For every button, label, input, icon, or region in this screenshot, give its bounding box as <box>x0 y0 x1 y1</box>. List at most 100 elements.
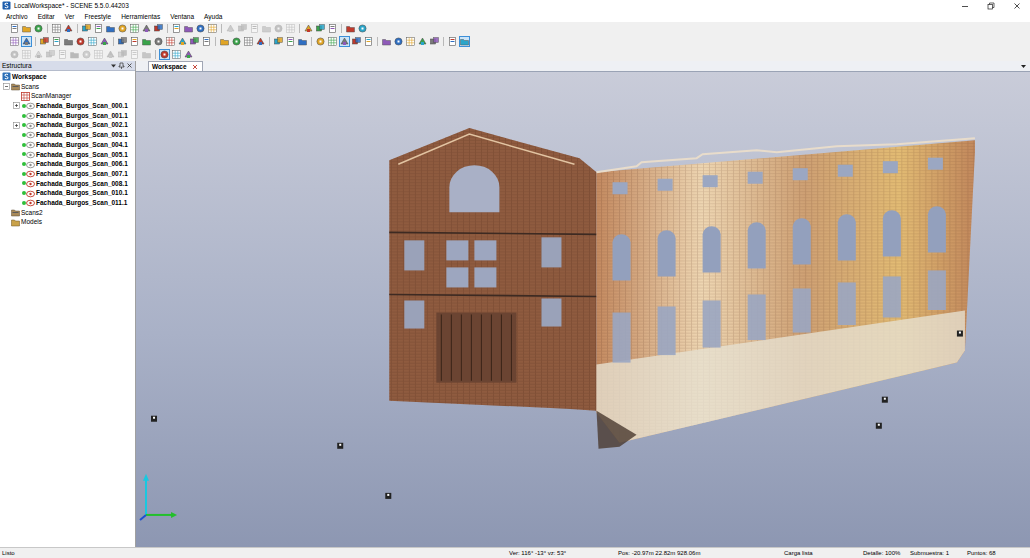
toolbar-button[interactable] <box>207 23 218 34</box>
toolbar-button[interactable] <box>351 36 362 47</box>
menu-item[interactable]: Ver <box>60 11 80 22</box>
toolbar-button[interactable] <box>297 36 308 47</box>
tab-list-icon[interactable] <box>1019 62 1027 70</box>
toolbar-button[interactable] <box>165 36 176 47</box>
toolbar-button[interactable] <box>417 36 428 47</box>
toolbar-button[interactable] <box>141 23 152 34</box>
toolbar-button[interactable] <box>159 49 170 60</box>
tree-label[interactable]: Fachada_Burgos_Scan_008.1 <box>35 179 128 189</box>
tree-item[interactable]: Fachada_Burgos_Scan_004.1 <box>0 140 135 150</box>
toolbar-button[interactable] <box>39 36 50 47</box>
toolbar-button[interactable] <box>63 23 74 34</box>
toolbar-button[interactable] <box>273 36 284 47</box>
tree-label[interactable]: Fachada_Burgos_Scan_000.1 <box>35 101 128 111</box>
toolbar-button[interactable] <box>171 49 182 60</box>
tree-label[interactable]: ScanManager <box>30 91 71 101</box>
toolbar-button[interactable] <box>51 36 62 47</box>
tree-label[interactable]: Workspace <box>11 72 47 82</box>
toolbar-button[interactable] <box>93 23 104 34</box>
tree-item[interactable]: Fachada_Burgos_Scan_002.1 <box>0 120 135 130</box>
tree-item[interactable]: Fachada_Burgos_Scan_008.1 <box>0 179 135 189</box>
toolbar-grip[interactable] <box>3 50 6 59</box>
dropdown-icon[interactable] <box>110 62 117 69</box>
view-tab[interactable]: Workspace <box>148 61 203 71</box>
collapse-icon[interactable] <box>2 82 11 91</box>
tree-label[interactable]: Scans2 <box>20 208 43 218</box>
close-icon[interactable] <box>1004 0 1030 11</box>
toolbar-button[interactable] <box>9 36 20 47</box>
tree-label[interactable]: Fachada_Burgos_Scan_005.1 <box>35 150 128 160</box>
toolbar-button[interactable] <box>315 36 326 47</box>
tree-label[interactable]: Fachada_Burgos_Scan_007.1 <box>35 169 128 179</box>
tree-label[interactable]: Models <box>20 217 42 227</box>
toolbar-button[interactable] <box>303 23 314 34</box>
toolbar-button[interactable] <box>285 36 296 47</box>
expand-icon[interactable] <box>12 121 21 130</box>
toolbar-button[interactable] <box>9 23 20 34</box>
tree-label[interactable]: Scans <box>20 82 39 92</box>
toolbar-button[interactable] <box>189 36 200 47</box>
toolbar-button[interactable] <box>447 36 458 47</box>
tree-item[interactable]: Scans <box>0 82 135 92</box>
toolbar-button[interactable] <box>153 36 164 47</box>
minimize-icon[interactable] <box>952 0 978 11</box>
toolbar-button[interactable] <box>129 36 140 47</box>
toolbar-button[interactable] <box>171 23 182 34</box>
tree-item[interactable]: ScanManager <box>0 91 135 101</box>
toolbar-button[interactable] <box>327 36 338 47</box>
tree-item[interactable]: Fachada_Burgos_Scan_001.1 <box>0 111 135 121</box>
close-icon[interactable] <box>126 62 133 69</box>
toolbar-button[interactable] <box>177 36 188 47</box>
toolbar-button[interactable] <box>129 23 140 34</box>
tree-label[interactable]: Fachada_Burgos_Scan_002.1 <box>35 120 128 130</box>
toolbar-button[interactable] <box>141 36 152 47</box>
toolbar-button[interactable] <box>87 36 98 47</box>
menu-item[interactable]: Freestyle <box>79 11 116 22</box>
toolbar-button[interactable] <box>63 36 74 47</box>
toolbar-button[interactable] <box>405 36 416 47</box>
toolbar-grip[interactable] <box>3 37 6 46</box>
toolbar-button[interactable] <box>231 36 242 47</box>
toolbar-button[interactable] <box>393 36 404 47</box>
menu-item[interactable]: Ayuda <box>199 11 227 22</box>
toolbar-button[interactable] <box>339 36 350 47</box>
pin-icon[interactable] <box>118 62 125 69</box>
toolbar-button[interactable] <box>21 36 32 47</box>
toolbar-button[interactable] <box>195 23 206 34</box>
toolbar-button[interactable] <box>183 23 194 34</box>
toolbar-button[interactable] <box>117 36 128 47</box>
tree-label[interactable]: Fachada_Burgos_Scan_010.1 <box>35 188 128 198</box>
tree-item[interactable]: Models <box>0 217 135 227</box>
toolbar-button[interactable] <box>345 23 356 34</box>
tree-label[interactable]: Fachada_Burgos_Scan_001.1 <box>35 111 128 121</box>
toolbar-button[interactable] <box>327 23 338 34</box>
toolbar-button[interactable] <box>429 36 440 47</box>
toolbar-button[interactable] <box>243 36 254 47</box>
tree-item[interactable]: Workspace <box>0 72 135 82</box>
restore-icon[interactable] <box>978 0 1004 11</box>
toolbar-button[interactable] <box>459 36 470 47</box>
menu-item[interactable]: Herramientas <box>116 11 165 22</box>
point-cloud-view[interactable] <box>136 72 1030 547</box>
close-icon[interactable] <box>192 63 199 70</box>
menu-item[interactable]: Ventana <box>165 11 199 22</box>
tree-item[interactable]: Fachada_Burgos_Scan_006.1 <box>0 159 135 169</box>
tree-item[interactable]: Fachada_Burgos_Scan_007.1 <box>0 169 135 179</box>
tree-item[interactable]: Fachada_Burgos_Scan_011.1 <box>0 198 135 208</box>
tree-label[interactable]: Fachada_Burgos_Scan_006.1 <box>35 159 128 169</box>
menu-item[interactable]: Archivo <box>1 11 33 22</box>
tree-label[interactable]: Fachada_Burgos_Scan_004.1 <box>35 140 128 150</box>
toolbar-button[interactable] <box>183 49 194 60</box>
tree-item[interactable]: Fachada_Burgos_Scan_005.1 <box>0 150 135 160</box>
tree-item[interactable]: Fachada_Burgos_Scan_010.1 <box>0 188 135 198</box>
toolbar-button[interactable] <box>117 23 128 34</box>
toolbar-button[interactable] <box>105 23 116 34</box>
toolbar-button[interactable] <box>381 36 392 47</box>
toolbar-button[interactable] <box>255 36 266 47</box>
toolbar-button[interactable] <box>363 36 374 47</box>
tree-item[interactable]: Scans2 <box>0 208 135 218</box>
toolbar-button[interactable] <box>75 36 86 47</box>
toolbar-button[interactable] <box>51 23 62 34</box>
toolbar-button[interactable] <box>21 23 32 34</box>
tree-item[interactable]: Fachada_Burgos_Scan_003.1 <box>0 130 135 140</box>
